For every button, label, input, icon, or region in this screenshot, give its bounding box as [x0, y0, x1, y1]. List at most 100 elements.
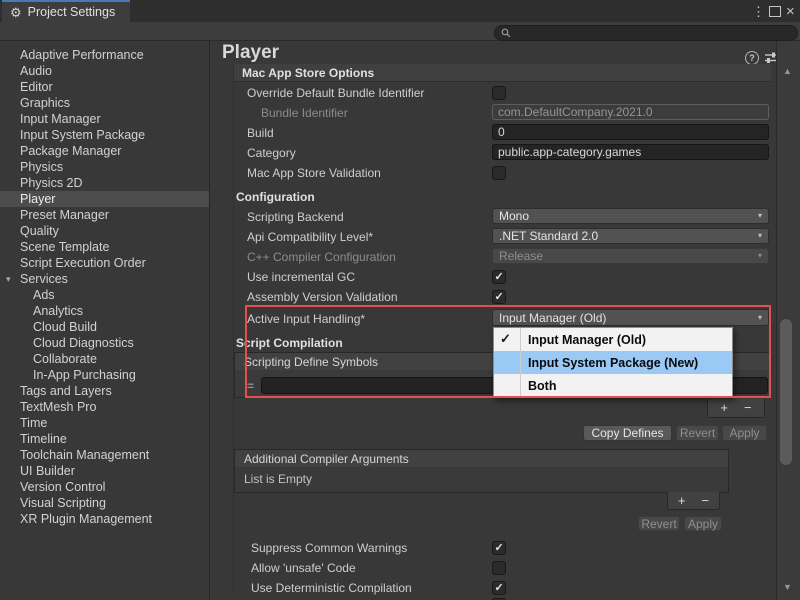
search-icon	[501, 28, 511, 38]
sidebar-item-package-manager[interactable]: Package Manager	[0, 143, 209, 159]
sidebar-item-tags-and-layers[interactable]: Tags and Layers	[0, 383, 209, 399]
override-bundle-id-checkbox[interactable]	[492, 86, 506, 100]
category-field[interactable]: public.app-category.games	[492, 144, 769, 160]
sidebar-item-collaborate[interactable]: Collaborate	[0, 351, 209, 367]
apply-button[interactable]: Apply	[722, 425, 767, 441]
sidebar-item-time[interactable]: Time	[0, 415, 209, 431]
scrollbar-thumb[interactable]	[780, 319, 792, 465]
scroll-up-icon[interactable]: ▲	[783, 66, 792, 76]
sidebar-item-input-manager[interactable]: Input Manager	[0, 111, 209, 127]
remove-item-button[interactable]: −	[702, 496, 710, 506]
compiler-arguments-empty-row: List is Empty	[234, 467, 729, 493]
build-field[interactable]: 0	[492, 124, 769, 140]
bundle-identifier-field: com.DefaultCompany.2021.0	[492, 104, 769, 120]
sidebar-item-xr-plugin-management[interactable]: XR Plugin Management	[0, 511, 209, 527]
configuration-header: Configuration	[236, 190, 315, 205]
sidebar-item-in-app-purchasing[interactable]: In-App Purchasing	[0, 367, 209, 383]
use-deterministic-compilation-checkbox[interactable]	[492, 581, 506, 595]
sidebar-item-physics-2d[interactable]: Physics 2D	[0, 175, 209, 191]
chevron-down-icon: ▾	[758, 311, 762, 325]
sidebar-item-visual-scripting[interactable]: Visual Scripting	[0, 495, 209, 511]
active-input-handling-label: Active Input Handling*	[247, 311, 365, 327]
allow-unsafe-code-label: Allow 'unsafe' Code	[251, 560, 356, 576]
cpp-compiler-config-label: C++ Compiler Configuration	[247, 249, 396, 265]
copy-defines-button[interactable]: Copy Defines	[583, 425, 672, 441]
script-compilation-header: Script Compilation	[236, 336, 343, 351]
scripting-backend-dropdown[interactable]: Mono ▾	[492, 208, 769, 224]
mac-app-store-validation-label: Mac App Store Validation	[247, 165, 381, 181]
active-input-handling-menu: ✓ Input Manager (Old) Input System Packa…	[493, 327, 733, 398]
sidebar-item-script-execution-order[interactable]: Script Execution Order	[0, 255, 209, 271]
menu-gutter-line	[520, 328, 521, 397]
sidebar-item-input-system-package[interactable]: Input System Package	[0, 127, 209, 143]
remove-item-button[interactable]: −	[744, 403, 752, 413]
sidebar-item-graphics[interactable]: Graphics	[0, 95, 209, 111]
revert-button[interactable]: Revert	[676, 425, 719, 441]
project-settings-window: ⚙ Project Settings ⋮ × Adaptive Performa…	[0, 0, 800, 600]
close-icon[interactable]: ×	[786, 3, 795, 19]
override-bundle-id-label: Override Default Bundle Identifier	[247, 85, 424, 101]
suppress-common-warnings-checkbox[interactable]	[492, 541, 506, 555]
sidebar-item-toolchain-management[interactable]: Toolchain Management	[0, 447, 209, 463]
scroll-down-icon[interactable]: ▼	[783, 582, 792, 592]
tab-label: Project Settings	[28, 5, 116, 19]
sidebar-item-label: Services	[20, 272, 68, 286]
build-label: Build	[247, 125, 274, 141]
tab-strip: ⚙ Project Settings ⋮ ×	[0, 0, 800, 22]
sidebar-item-editor[interactable]: Editor	[0, 79, 209, 95]
foldout-open-icon[interactable]: ▾	[6, 271, 11, 287]
assembly-version-validation-checkbox[interactable]	[492, 290, 506, 304]
compiler-arguments-list-footer: + −	[667, 492, 720, 510]
help-icon[interactable]: ?	[745, 51, 759, 65]
cpp-compiler-config-value: Release	[499, 249, 543, 263]
sidebar-item-cloud-diagnostics[interactable]: Cloud Diagnostics	[0, 335, 209, 351]
sidebar-item-adaptive-performance[interactable]: Adaptive Performance	[0, 47, 209, 63]
sidebar-item-audio[interactable]: Audio	[0, 63, 209, 79]
sidebar-item-preset-manager[interactable]: Preset Manager	[0, 207, 209, 223]
search-input[interactable]	[515, 26, 779, 40]
api-compatibility-dropdown[interactable]: .NET Standard 2.0 ▾	[492, 228, 769, 244]
bundle-identifier-label: Bundle Identifier	[261, 105, 348, 121]
sidebar-item-timeline[interactable]: Timeline	[0, 431, 209, 447]
sidebar-item-textmesh-pro[interactable]: TextMesh Pro	[0, 399, 209, 415]
use-deterministic-compilation-label: Use Deterministic Compilation	[251, 580, 412, 596]
sidebar-item-quality[interactable]: Quality	[0, 223, 209, 239]
define-symbols-list-footer: + −	[707, 399, 765, 418]
scripting-backend-label: Scripting Backend	[247, 209, 344, 225]
incremental-gc-label: Use incremental GC	[247, 269, 355, 285]
add-item-button[interactable]: +	[678, 496, 686, 506]
window-menu-icon[interactable]: ⋮	[752, 4, 765, 20]
sidebar-item-cloud-build[interactable]: Cloud Build	[0, 319, 209, 335]
inspector-frame-line	[233, 64, 234, 594]
sidebar-item-player[interactable]: Player	[0, 191, 209, 207]
chevron-down-icon: ▾	[758, 229, 762, 243]
menu-item-label: Input Manager (Old)	[528, 333, 646, 347]
search-box[interactable]	[494, 25, 798, 41]
menu-item-input-manager-old[interactable]: ✓ Input Manager (Old)	[494, 328, 732, 351]
mac-app-store-validation-checkbox[interactable]	[492, 166, 506, 180]
assembly-version-validation-label: Assembly Version Validation	[247, 289, 398, 305]
sidebar-item-ads[interactable]: Ads	[0, 287, 209, 303]
apply-button[interactable]: Apply	[684, 516, 722, 531]
sidebar-item-services[interactable]: ▾ Services	[0, 271, 209, 287]
menu-item-input-system-package-new[interactable]: Input System Package (New)	[494, 351, 732, 374]
page-title: Player	[222, 42, 279, 64]
sidebar-item-physics[interactable]: Physics	[0, 159, 209, 175]
settings-gear-icon: ⚙	[10, 6, 22, 19]
tab-project-settings[interactable]: ⚙ Project Settings	[2, 0, 130, 22]
active-input-handling-dropdown[interactable]: Input Manager (Old) ▾	[492, 309, 769, 326]
sidebar-item-analytics[interactable]: Analytics	[0, 303, 209, 319]
sidebar-item-version-control[interactable]: Version Control	[0, 479, 209, 495]
revert-button[interactable]: Revert	[638, 516, 680, 531]
menu-item-both[interactable]: Both	[494, 374, 732, 397]
active-input-handling-value: Input Manager (Old)	[499, 311, 606, 325]
maximize-icon[interactable]	[769, 6, 781, 17]
drag-handle-icon[interactable]: =	[247, 379, 254, 393]
sidebar-item-scene-template[interactable]: Scene Template	[0, 239, 209, 255]
allow-unsafe-code-checkbox[interactable]	[492, 561, 506, 575]
add-item-button[interactable]: +	[720, 403, 728, 413]
incremental-gc-checkbox[interactable]	[492, 270, 506, 284]
sidebar-item-ui-builder[interactable]: UI Builder	[0, 463, 209, 479]
mac-app-store-options-header: Mac App Store Options	[242, 66, 374, 81]
chevron-down-icon: ▾	[758, 209, 762, 223]
